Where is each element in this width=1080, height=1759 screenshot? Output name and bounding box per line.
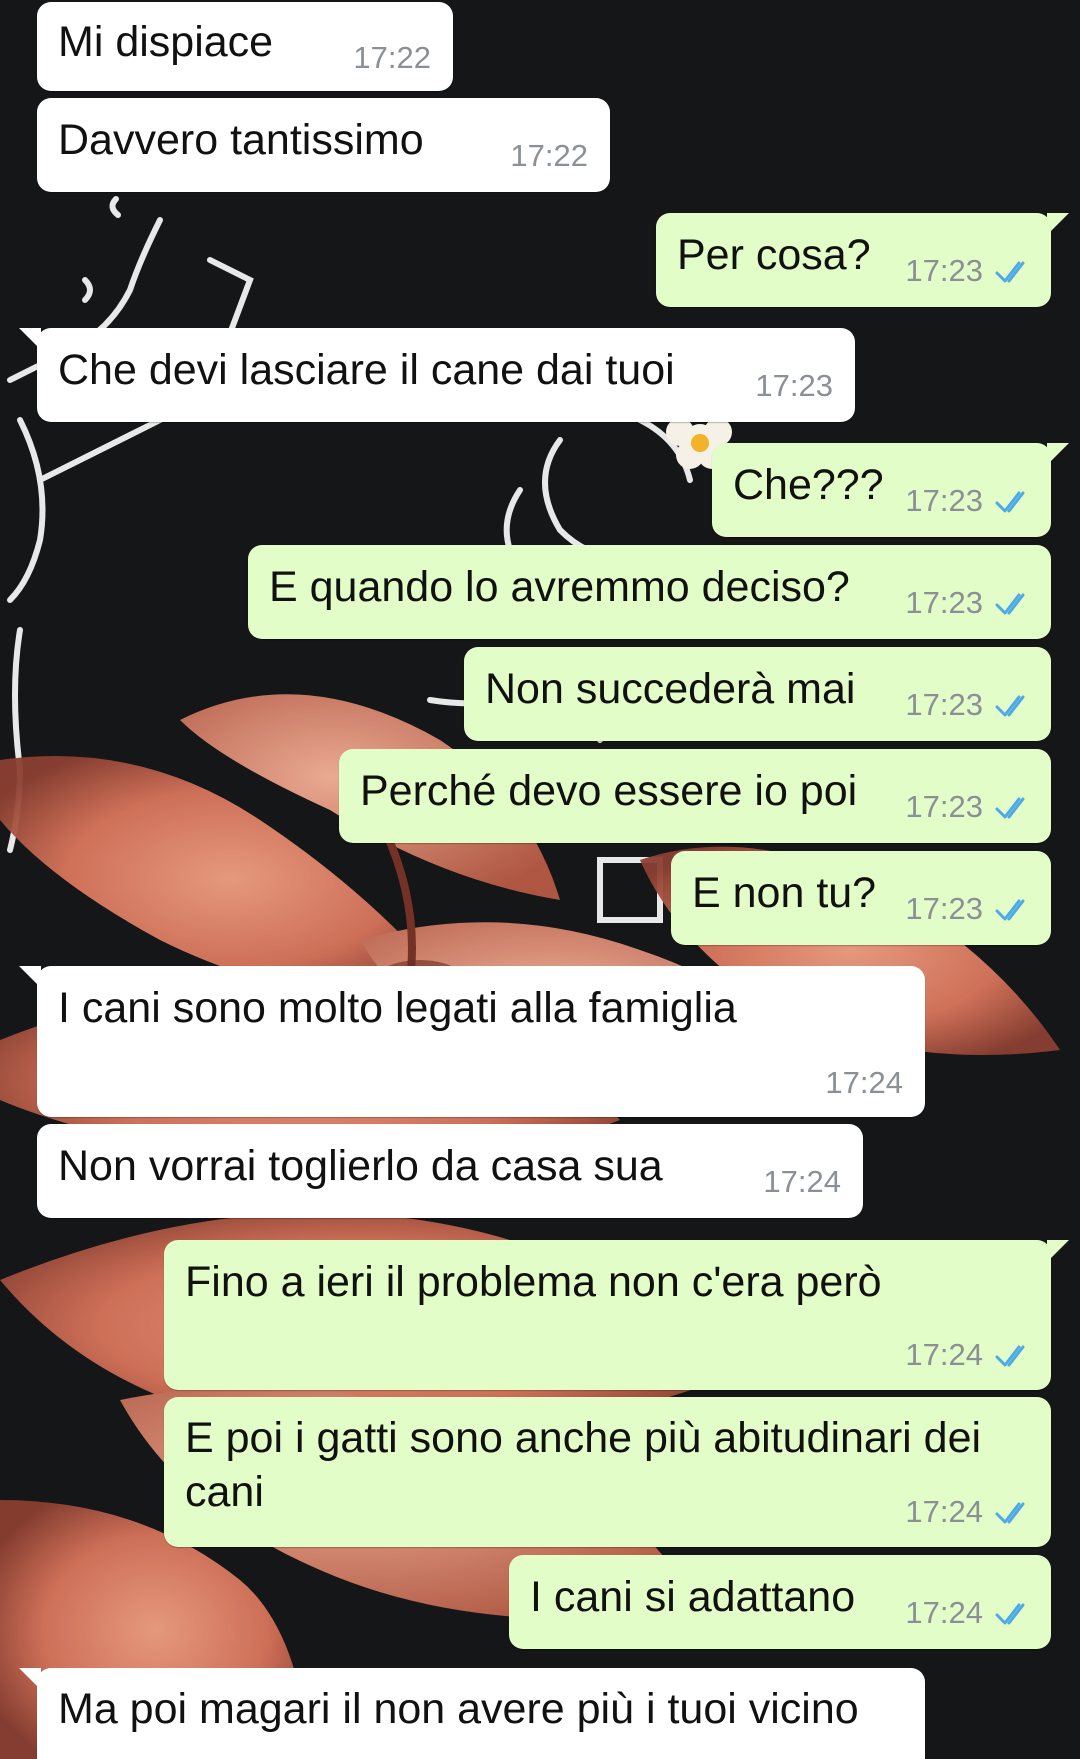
message-incoming[interactable]: I cani sono molto legati alla famiglia 1… <box>19 966 925 1117</box>
bubble-tail <box>1047 213 1069 235</box>
message-text: Non vorrai toglierlo da casa sua <box>58 1142 663 1190</box>
message-time: 17:23 <box>905 891 983 926</box>
message-text: Perché devo essere io poi <box>360 767 858 815</box>
message-time: 17:23 <box>755 368 833 403</box>
message-incoming[interactable]: Non vorrai toglierlo da casa sua 17:24 <box>37 1124 863 1218</box>
message-time: 17:23 <box>905 483 983 518</box>
message-time: 17:24 <box>825 1065 903 1100</box>
message-time: 17:23 <box>905 585 983 620</box>
read-ticks-icon <box>995 899 1025 921</box>
message-text: Non succederà mai <box>485 665 856 713</box>
message-time: 17:24 <box>763 1164 841 1199</box>
read-ticks-icon <box>995 1502 1025 1524</box>
read-ticks-icon <box>995 695 1025 717</box>
message-time: 17:24 <box>905 1595 983 1630</box>
bubble-tail <box>19 328 41 350</box>
message-outgoing[interactable]: E quando lo avremmo deciso? 17:23 <box>248 545 1051 639</box>
chat-conversation[interactable]: Mi dispiace 17:22 Davvero tantissimo 17:… <box>0 0 1080 1759</box>
bubble-tail <box>1047 1240 1069 1262</box>
message-outgoing[interactable]: I cani si adattano 17:24 <box>509 1555 1051 1649</box>
message-outgoing[interactable]: Che??? 17:23 <box>712 443 1069 537</box>
read-ticks-icon <box>995 593 1025 615</box>
read-ticks-icon <box>995 797 1025 819</box>
read-ticks-icon <box>995 261 1025 283</box>
message-text: Fino a ieri il problema non c'era però <box>185 1258 882 1306</box>
message-time: 17:22 <box>353 40 431 75</box>
message-text: E non tu? <box>692 869 877 917</box>
message-outgoing[interactable]: Non succederà mai 17:23 <box>464 647 1051 741</box>
message-text: E poi i gatti sono anche più abitudinari… <box>185 1414 982 1516</box>
message-outgoing[interactable]: Perché devo essere io poi 17:23 <box>339 749 1051 843</box>
bubble-tail <box>19 966 41 988</box>
message-text: I cani si adattano <box>530 1573 856 1621</box>
message-time: 17:23 <box>905 687 983 722</box>
message-incoming[interactable]: Davvero tantissimo 17:22 <box>37 98 610 192</box>
message-text: Che devi lasciare il cane dai tuoi <box>58 346 675 394</box>
message-text: Mi dispiace <box>58 18 274 66</box>
message-outgoing[interactable]: E poi i gatti sono anche più abitudinari… <box>164 1397 1051 1547</box>
message-outgoing[interactable]: Per cosa? 17:23 <box>656 213 1069 307</box>
message-time: 17:24 <box>905 1494 983 1529</box>
message-incoming[interactable]: Ma poi magari il non avere più i tuoi vi… <box>19 1668 925 1759</box>
message-text: Ma poi magari il non avere più i tuoi vi… <box>58 1685 859 1733</box>
message-text: Davvero tantissimo <box>58 116 424 164</box>
bubble-tail <box>19 1668 41 1690</box>
read-ticks-icon <box>995 1345 1025 1367</box>
read-ticks-icon <box>995 1603 1025 1625</box>
message-text: E quando lo avremmo deciso? <box>269 563 850 611</box>
read-ticks-icon <box>995 491 1025 513</box>
message-incoming[interactable]: Mi dispiace 17:22 <box>37 2 453 91</box>
message-text: Per cosa? <box>677 231 871 279</box>
message-text: I cani sono molto legati alla famiglia <box>58 984 737 1032</box>
message-time: 17:23 <box>905 253 983 288</box>
message-incoming[interactable]: Che devi lasciare il cane dai tuoi 17:23 <box>19 328 855 422</box>
message-time: 17:24 <box>905 1337 983 1372</box>
message-outgoing[interactable]: E non tu? 17:23 <box>671 851 1051 945</box>
message-text: Che??? <box>733 461 884 509</box>
message-time: 17:22 <box>510 138 588 173</box>
message-outgoing[interactable]: Fino a ieri il problema non c'era però 1… <box>164 1240 1069 1390</box>
bubble-tail <box>1047 443 1069 465</box>
message-time: 17:23 <box>905 789 983 824</box>
